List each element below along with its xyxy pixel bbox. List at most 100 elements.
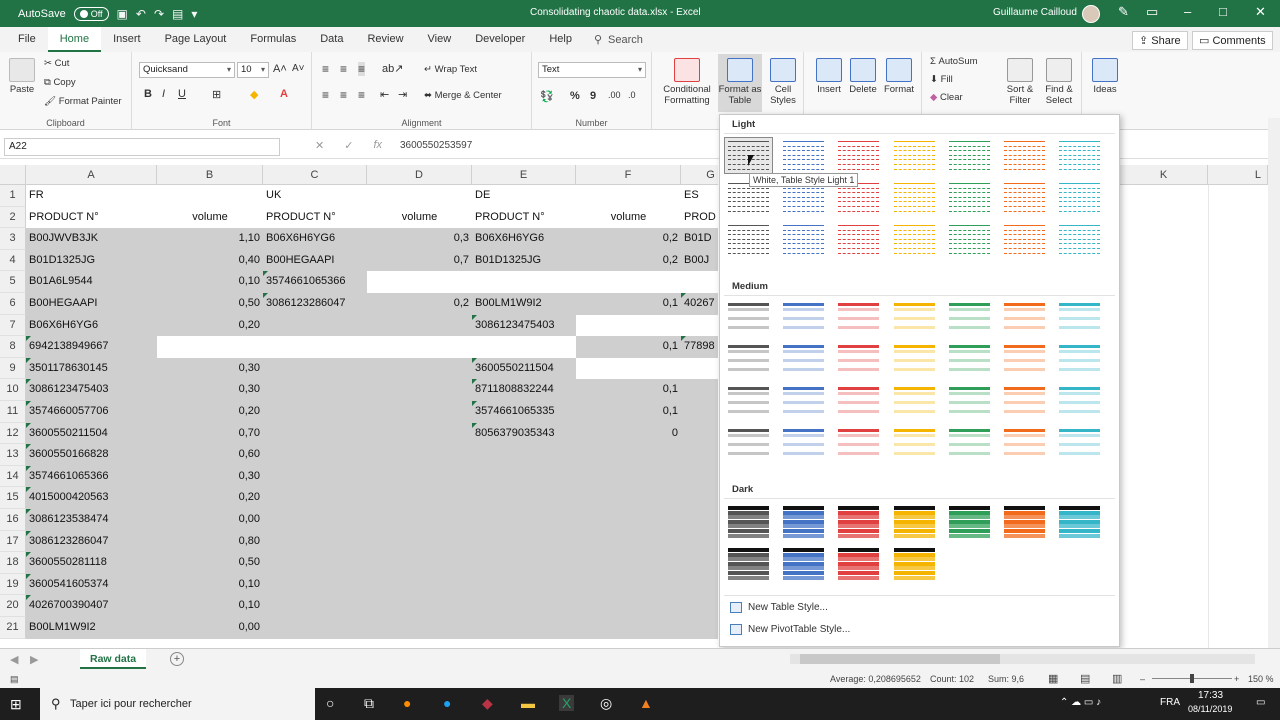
increase-indent-icon[interactable]: ⇥ [398, 88, 407, 101]
cell-a-20[interactable]: 4026700390407 [26, 595, 157, 617]
table-style-swatch[interactable] [834, 502, 884, 539]
table-style-swatch[interactable] [779, 544, 829, 581]
table-style-swatch[interactable] [779, 299, 829, 336]
quick-access-more-icon[interactable]: ▾ [191, 7, 197, 21]
app-icon[interactable]: ◎ [600, 695, 612, 712]
table-style-swatch[interactable] [1000, 341, 1049, 378]
row-header[interactable]: 14 [0, 465, 26, 488]
cell-a-17[interactable]: 3086123286047 [26, 530, 157, 553]
underline-icon[interactable]: U [178, 88, 186, 100]
cell-a-9[interactable]: 3501178630145 [26, 357, 157, 380]
skype-icon[interactable]: ● [443, 695, 451, 711]
horizontal-scrollbar[interactable] [790, 654, 1255, 664]
cell-b-4[interactable]: 0,40 [157, 249, 263, 272]
cell-d-1[interactable] [367, 185, 472, 207]
select-all-corner[interactable] [0, 165, 26, 185]
paste-button[interactable]: Paste [8, 58, 36, 95]
cell-d-21[interactable] [367, 617, 472, 639]
conditional-formatting-button[interactable]: Conditional Formatting [658, 58, 716, 106]
copy-button[interactable]: ⧉ Copy [44, 77, 76, 88]
delete-cells-button[interactable]: Delete [846, 58, 880, 95]
cancel-icon[interactable]: ✕ [315, 139, 324, 152]
format-cells-button[interactable]: Format [882, 58, 916, 95]
table-style-swatch[interactable] [834, 341, 884, 378]
clock-date[interactable]: 08/11/2019 [1188, 704, 1232, 714]
excel-icon[interactable]: X [559, 695, 575, 711]
table-style-swatch[interactable] [834, 383, 884, 420]
grow-font-icon[interactable]: A˄ [273, 63, 287, 75]
add-sheet-icon[interactable]: + [170, 652, 184, 666]
table-style-swatch[interactable] [834, 221, 884, 258]
column-header-l[interactable]: L [1208, 165, 1268, 185]
table-style-swatch[interactable] [724, 299, 773, 336]
row-header[interactable]: 19 [0, 573, 26, 596]
column-header-f[interactable]: F [576, 165, 681, 185]
tab-help[interactable]: Help [537, 27, 584, 52]
table-style-swatch[interactable] [1000, 221, 1049, 258]
ribbon-display-icon[interactable]: ▭ [1146, 4, 1158, 20]
italic-icon[interactable]: I [162, 88, 165, 100]
format-as-table-button[interactable]: Format as Table [718, 54, 762, 112]
notifications-icon[interactable]: ▭ [1256, 697, 1265, 708]
cell-a-5[interactable]: B01A6L9544 [26, 271, 157, 293]
table-style-swatch[interactable] [834, 544, 884, 581]
user-name[interactable]: Guillaume Cailloud [993, 7, 1077, 18]
row-header[interactable]: 21 [0, 617, 26, 639]
cell-b-3[interactable]: 1,10 [157, 228, 263, 250]
cell-e-2[interactable]: PRODUCT N° [472, 206, 576, 229]
tab-page-layout[interactable]: Page Layout [153, 27, 239, 52]
table-style-swatch[interactable] [834, 425, 884, 462]
font-name-select[interactable]: Quicksand ▾ [139, 62, 235, 78]
bold-icon[interactable]: B [144, 88, 152, 100]
fill-color-icon[interactable]: ◆ [250, 88, 258, 101]
sheet-tab-raw-data[interactable]: Raw data [80, 649, 147, 669]
tab-data[interactable]: Data [308, 27, 355, 52]
cell-a-13[interactable]: 3600550166828 [26, 444, 157, 466]
cell-a-8[interactable]: 6942138949667 [26, 336, 157, 358]
zoom-slider-thumb[interactable] [1190, 674, 1194, 683]
table-style-swatch[interactable] [944, 502, 994, 539]
scroll-right-icon[interactable]: ▶ [30, 653, 38, 666]
cortana-icon[interactable]: ○ [326, 695, 334, 711]
quick-access-icon[interactable]: ▤ [172, 7, 183, 21]
row-header[interactable]: 11 [0, 401, 26, 423]
cell-f-3[interactable]: 0,2 [576, 228, 681, 250]
cell-c-1[interactable]: UK [263, 185, 367, 207]
cell-c-5[interactable]: 3574661065366 [263, 271, 367, 293]
table-style-swatch[interactable] [724, 341, 773, 378]
row-header[interactable]: 5 [0, 271, 26, 293]
enter-icon[interactable]: ✓ [344, 139, 353, 152]
table-style-swatch[interactable] [944, 179, 994, 216]
cell-a-6[interactable]: B00HEGAAPI [26, 293, 157, 315]
cell-a-12[interactable]: 3600550211504 [26, 422, 157, 445]
table-style-swatch[interactable] [1000, 383, 1049, 420]
table-style-swatch[interactable] [1055, 502, 1105, 539]
tab-home[interactable]: Home [47, 27, 102, 52]
cell-g-21[interactable] [681, 617, 718, 639]
table-style-swatch[interactable] [889, 137, 939, 174]
align-bottom-icon[interactable]: ≡ [358, 62, 366, 76]
row-header[interactable]: 4 [0, 249, 26, 272]
table-style-swatch[interactable] [834, 137, 884, 174]
table-style-swatch[interactable] [1000, 299, 1049, 336]
align-left-icon[interactable]: ≡ [322, 88, 329, 102]
cell-e-7[interactable]: 3086123475403 [472, 314, 576, 337]
cell-a-7[interactable]: B06X6H6YG6 [26, 314, 157, 337]
right-grid-area[interactable]: K L [1120, 165, 1268, 648]
table-style-swatch[interactable] [1055, 221, 1105, 258]
cell-d-2[interactable]: volume [367, 206, 472, 229]
row-header[interactable]: 8 [0, 336, 26, 358]
table-style-swatch[interactable] [779, 502, 829, 539]
decrease-decimal-icon[interactable]: .0 [628, 90, 636, 100]
table-style-swatch[interactable] [1000, 425, 1049, 462]
cell-c-4[interactable]: B00HEGAAPI [263, 249, 367, 272]
column-header-e[interactable]: E [472, 165, 576, 185]
row-header[interactable]: 10 [0, 379, 26, 401]
align-top-icon[interactable]: ≡ [322, 62, 329, 76]
align-center-icon[interactable]: ≡ [340, 88, 347, 102]
cell-a-3[interactable]: B00JWVB3JK [26, 228, 157, 250]
cell-c-21[interactable] [263, 617, 367, 639]
new-table-style-item[interactable]: New Table Style... [730, 602, 828, 613]
table-style-swatch[interactable] [944, 137, 994, 174]
cell-b-21[interactable]: 0,00 [157, 617, 263, 639]
